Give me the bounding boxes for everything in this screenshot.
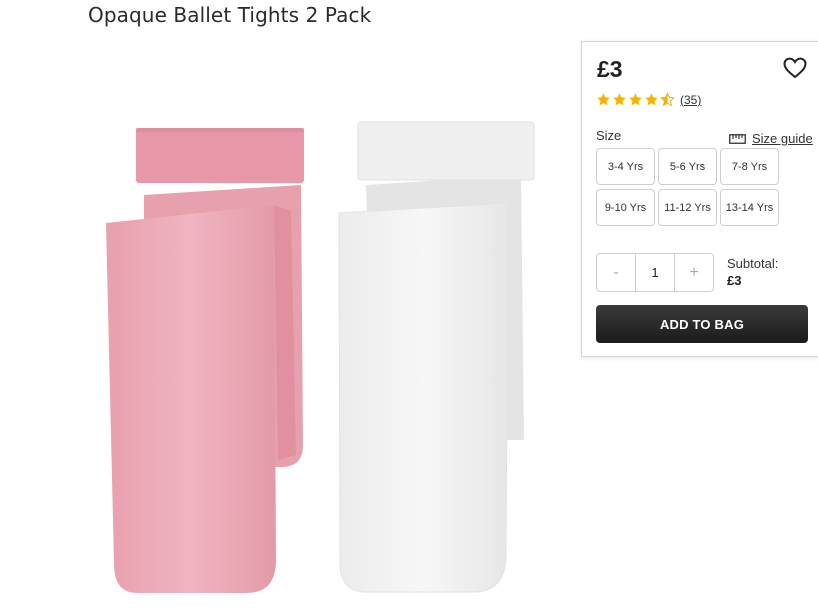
quantity-value[interactable]: 1 (635, 254, 675, 291)
star-rating (596, 92, 675, 107)
heart-icon[interactable] (782, 56, 808, 80)
size-option[interactable]: 3-4 Yrs (596, 148, 655, 185)
size-guide-link[interactable]: Size guide (729, 131, 813, 146)
size-option[interactable]: 13-14 Yrs (720, 189, 779, 226)
size-guide-label: Size guide (752, 131, 813, 146)
ruler-icon (729, 133, 746, 144)
quantity-stepper: - 1 + (596, 253, 714, 292)
review-count-link[interactable]: (35) (680, 93, 701, 107)
size-option[interactable]: 9-10 Yrs (596, 189, 655, 226)
increment-button[interactable]: + (675, 254, 713, 291)
star-half-icon (660, 92, 675, 107)
subtotal-value: £3 (727, 273, 742, 288)
size-option[interactable]: 7-8 Yrs (720, 148, 779, 185)
star-icon (645, 93, 658, 106)
star-icon (629, 93, 642, 106)
price: £3 (597, 56, 623, 82)
subtotal-label: Subtotal: (727, 256, 779, 271)
size-option[interactable]: 5-6 Yrs (658, 148, 717, 185)
product-title: Opaque Ballet Tights 2 Pack (88, 3, 372, 27)
size-options: 3-4 Yrs 5-6 Yrs 7-8 Yrs 9-10 Yrs 11-12 Y… (596, 148, 779, 226)
star-icon (597, 93, 610, 106)
size-option[interactable]: 11-12 Yrs (658, 189, 717, 226)
decrement-button[interactable]: - (597, 254, 635, 291)
product-rating: (35) (596, 92, 701, 107)
tights-product-image (106, 121, 535, 593)
purchase-panel: £3 (35) Size Size guide 3-4 Yrs 5-6 Yrs … (581, 41, 818, 357)
size-label: Size (596, 128, 622, 143)
star-icon (613, 93, 626, 106)
add-to-bag-button[interactable]: ADD TO BAG (596, 305, 808, 343)
